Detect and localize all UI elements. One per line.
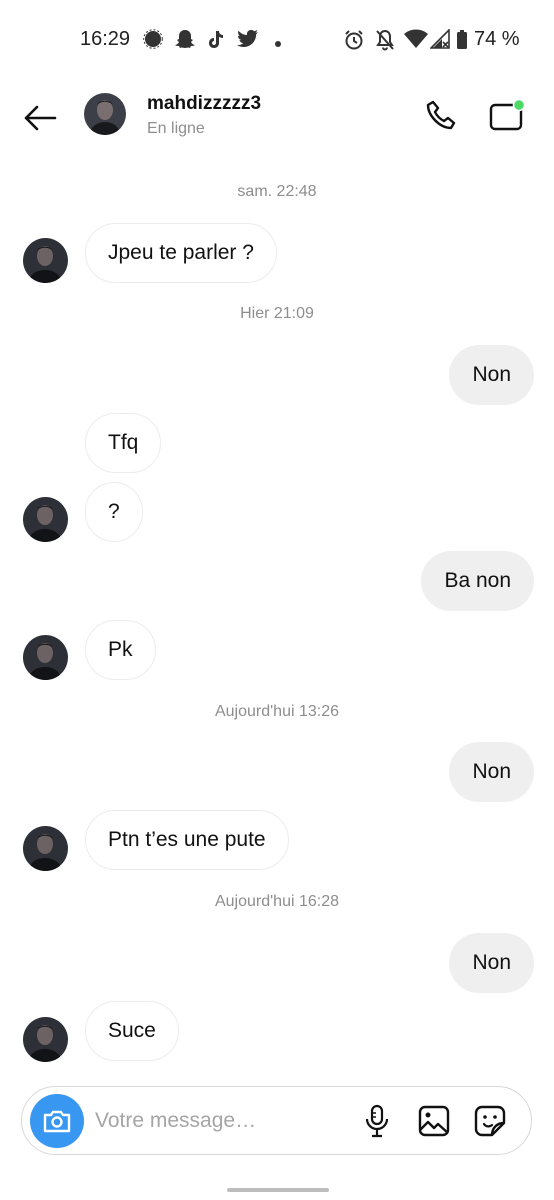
wifi-icon (404, 29, 428, 54)
back-button[interactable] (18, 96, 62, 140)
message-composer (21, 1086, 532, 1155)
image-icon (418, 1105, 450, 1137)
alarm-icon (343, 29, 365, 56)
camera-button[interactable] (30, 1094, 84, 1148)
message-bubble-received[interactable]: Jpeu te parler ? (85, 223, 277, 283)
message-bubble-received[interactable]: ? (85, 482, 143, 542)
timestamp: sam. 22:48 (237, 183, 317, 200)
microphone-icon (365, 1104, 389, 1138)
sticker-button[interactable] (472, 1103, 508, 1139)
snapchat-icon (174, 29, 196, 54)
online-status: En ligne (147, 120, 205, 137)
tiktok-icon (207, 29, 225, 54)
cell-signal-icon (429, 28, 450, 54)
timestamp: Aujourd'hui 13:26 (214, 703, 340, 720)
sticker-icon (474, 1105, 506, 1137)
bell-off-icon (375, 29, 395, 56)
battery-percentage: 74 % (474, 28, 520, 50)
contact-avatar[interactable] (84, 93, 126, 135)
message-bubble-sent[interactable]: Non (449, 742, 534, 802)
message-bubble-received[interactable]: Pk (85, 620, 156, 680)
microphone-button[interactable] (359, 1103, 395, 1139)
twitter-icon (237, 29, 259, 54)
voice-call-button[interactable] (420, 94, 462, 136)
message-bubble-received[interactable]: Suce (85, 1001, 179, 1061)
sender-avatar[interactable] (23, 635, 68, 680)
signal-app-icon (143, 29, 163, 54)
sender-avatar[interactable] (23, 826, 68, 871)
sender-avatar[interactable] (23, 497, 68, 542)
video-call-button[interactable] (486, 94, 530, 136)
message-bubble-sent[interactable]: Non (449, 345, 534, 405)
sender-avatar[interactable] (23, 238, 68, 283)
battery-icon (456, 30, 468, 55)
chat-header: mahdizzzzz3 En ligne (0, 78, 554, 160)
message-bubble-sent[interactable]: Ba non (421, 551, 534, 611)
timestamp: Hier 21:09 (240, 305, 314, 322)
gallery-button[interactable] (416, 1103, 452, 1139)
dot-icon (274, 35, 282, 53)
message-bubble-sent[interactable]: Non (449, 933, 534, 993)
message-bubble-received[interactable]: Ptn t’es une pute (85, 810, 289, 870)
phone-icon (426, 100, 456, 130)
back-arrow-icon (24, 105, 57, 131)
sender-avatar[interactable] (23, 1017, 68, 1062)
video-camera-icon (489, 98, 526, 131)
timestamp: Aujourd'hui 16:28 (214, 893, 340, 910)
camera-icon (43, 1110, 71, 1133)
message-bubble-received[interactable]: Tfq (85, 413, 162, 473)
contact-name[interactable]: mahdizzzzz3 (147, 93, 261, 115)
message-input[interactable] (95, 1103, 345, 1139)
status-time: 16:29 (80, 28, 131, 50)
status-bar: 16:29 74 % (0, 0, 554, 78)
home-indicator[interactable] (227, 1188, 329, 1192)
